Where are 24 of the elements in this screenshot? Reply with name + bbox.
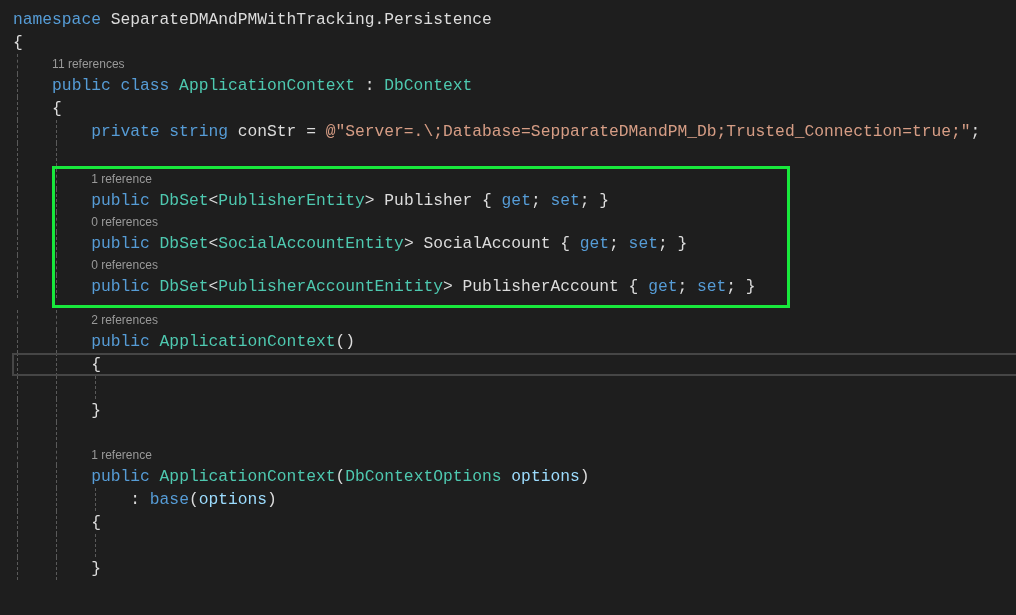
code-line: public DbSet<SocialAccountEntity> SocialAccount { get; set; } xyxy=(91,234,688,253)
codelens-text[interactable]: 1 reference xyxy=(91,172,152,186)
code-line: } xyxy=(91,401,101,420)
code-line: { xyxy=(91,355,101,374)
codelens-text[interactable]: 0 references xyxy=(91,215,158,229)
code-line: public DbSet<PublisherEntity> Publisher { get; set; } xyxy=(91,191,610,210)
codelens-text[interactable]: 1 reference xyxy=(91,448,152,462)
code-line: : base(options) xyxy=(130,490,277,509)
indent-guide xyxy=(95,488,97,511)
indent-guide xyxy=(95,376,97,399)
code-line: public DbSet<PublisherAccountEnitity> PublisherAccount { get; set; } xyxy=(91,277,756,296)
codelens-text[interactable]: 2 references xyxy=(91,313,158,327)
code-line: namespace SeparateDMAndPMWithTracking.Persistence xyxy=(13,10,492,29)
code-line: private string conStr = @"Server=.\;Database=SepparateDMandPM_Db;Trusted_Connection=true;"; xyxy=(91,122,981,141)
code-line: { xyxy=(13,33,23,52)
indent-guide xyxy=(95,534,97,557)
code-line: { xyxy=(52,99,62,118)
codelens-text[interactable]: 0 references xyxy=(91,258,158,272)
code-line: } xyxy=(91,559,101,578)
code-line: { xyxy=(91,513,101,532)
code-line: public class ApplicationContext : DbContext xyxy=(52,76,473,95)
code-line: public ApplicationContext(DbContextOptions options) xyxy=(91,467,590,486)
code-line: public ApplicationContext() xyxy=(91,332,355,351)
codelens-text[interactable]: 11 references xyxy=(52,57,125,71)
